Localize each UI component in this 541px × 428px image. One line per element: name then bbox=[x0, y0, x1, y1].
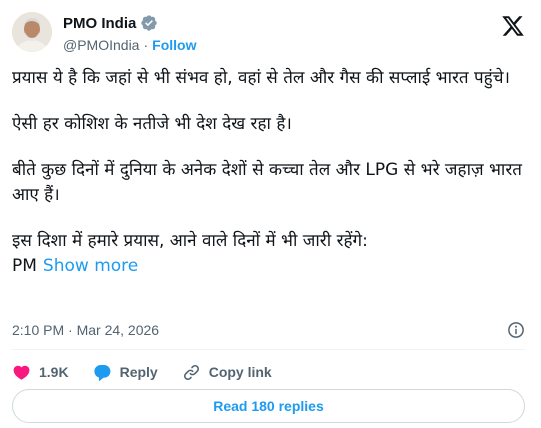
reply-label: Reply bbox=[119, 364, 158, 380]
author-info: PMO India @PMOIndia · Follow bbox=[63, 13, 196, 54]
link-icon bbox=[183, 364, 199, 380]
like-count: 1.9K bbox=[39, 364, 69, 380]
tweet-paragraph: ऐसी हर कोशिश के नतीजे भी देश देख रहा है। bbox=[12, 114, 292, 134]
read-replies-label: Read 180 replies bbox=[213, 398, 324, 414]
avatar[interactable] bbox=[12, 12, 52, 52]
tweet-text: प्रयास ये है कि जहां से भी संभव हो, वहां… bbox=[12, 66, 522, 279]
tweet-paragraph: इस दिशा में हमारे प्रयास, आने वाले दिनों… bbox=[12, 231, 368, 251]
heart-icon bbox=[13, 365, 30, 380]
copy-link-label: Copy link bbox=[208, 364, 272, 380]
x-logo-icon[interactable] bbox=[501, 14, 525, 38]
copy-link-button[interactable]: Copy link bbox=[182, 363, 272, 382]
follow-button[interactable]: Follow bbox=[152, 37, 196, 53]
tweet-paragraph: बीते कुछ दिनों में दुनिया के अनेक देशों … bbox=[12, 160, 522, 205]
action-bar: 1.9K Reply Copy link bbox=[12, 360, 296, 384]
tweet-meta: 2:10 PM · Mar 24, 2026 bbox=[12, 320, 525, 340]
truncated-text: PM bbox=[12, 256, 37, 276]
reply-button[interactable]: Reply bbox=[93, 363, 158, 382]
info-icon[interactable] bbox=[507, 321, 525, 339]
tweet-card: PMO India @PMOIndia · Follow प्रयास ये ह… bbox=[0, 0, 541, 428]
divider bbox=[12, 349, 525, 350]
tweet-paragraph: प्रयास ये है कि जहां से भी संभव हो, वहां… bbox=[12, 68, 510, 88]
verified-badge-icon bbox=[140, 14, 158, 32]
like-button[interactable]: 1.9K bbox=[12, 363, 69, 382]
show-more-link[interactable]: Show more bbox=[43, 254, 138, 279]
display-name[interactable]: PMO India bbox=[63, 15, 136, 32]
read-replies-button[interactable]: Read 180 replies bbox=[12, 389, 525, 423]
reply-bubble-icon bbox=[93, 364, 110, 381]
separator-dot: · bbox=[143, 37, 149, 53]
timestamp[interactable]: 2:10 PM · Mar 24, 2026 bbox=[12, 322, 159, 338]
handle[interactable]: @PMOIndia bbox=[63, 37, 139, 53]
